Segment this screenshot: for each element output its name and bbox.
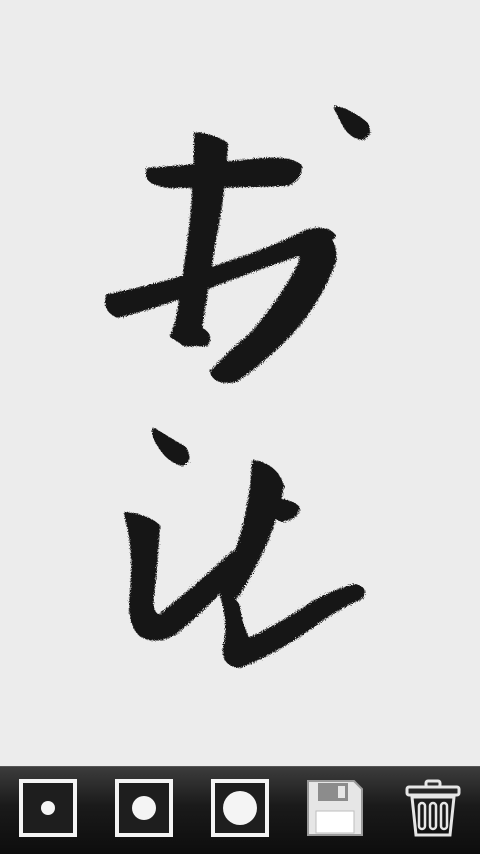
clear-button[interactable] xyxy=(404,779,462,837)
bottom-toolbar xyxy=(0,766,480,854)
stroke-dot-2 xyxy=(152,428,190,466)
ink-strokes xyxy=(105,106,371,668)
stroke-sweep-1 xyxy=(220,584,366,668)
save-button[interactable] xyxy=(306,779,364,837)
stroke-dot-1 xyxy=(334,106,371,140)
calligraphy-app xyxy=(0,0,480,854)
medium-dot-icon xyxy=(132,796,156,820)
brush-medium-button[interactable] xyxy=(115,779,173,837)
floppy-disk-icon xyxy=(307,780,363,836)
trash-can-icon xyxy=(405,779,461,837)
brush-large-button[interactable] xyxy=(211,779,269,837)
drawing-canvas[interactable] xyxy=(0,0,480,766)
brush-small-button[interactable] xyxy=(19,779,77,837)
stroke-hook-1 xyxy=(170,324,211,347)
large-dot-icon xyxy=(223,791,257,825)
small-dot-icon xyxy=(41,801,55,815)
stroke-tick-1 xyxy=(268,498,300,522)
stroke-vertical-3 xyxy=(220,460,284,603)
